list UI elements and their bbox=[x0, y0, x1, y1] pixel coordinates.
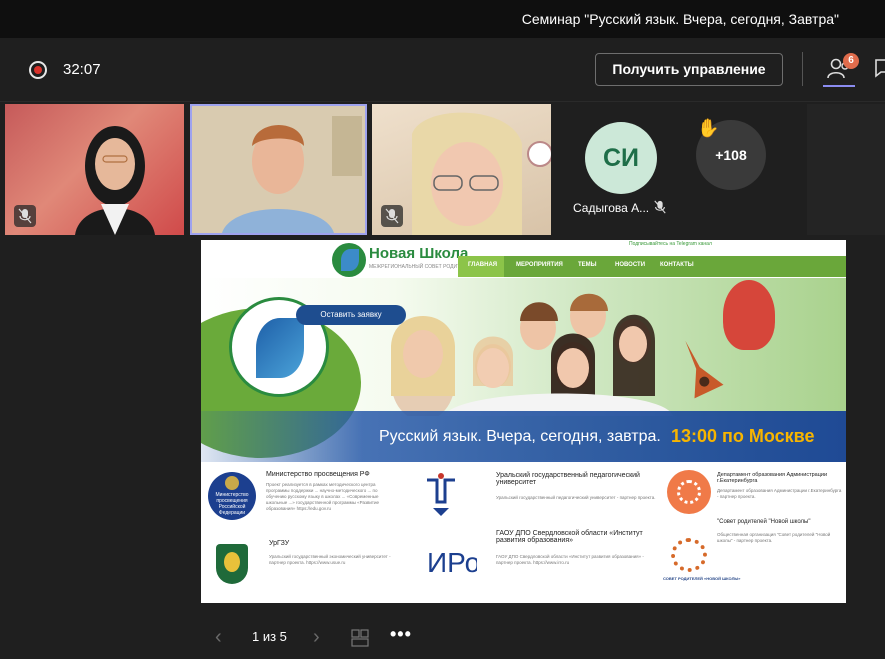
side-panel-edge bbox=[807, 104, 885, 235]
next-slide-icon[interactable]: › bbox=[313, 626, 320, 649]
mic-muted-icon bbox=[14, 205, 36, 227]
participants-active-indicator bbox=[823, 85, 855, 87]
meeting-toolbar: 32:07 Получить управление 6 bbox=[0, 38, 885, 102]
take-control-button[interactable]: Получить управление bbox=[595, 53, 783, 86]
ugzu-shield-emblem bbox=[216, 544, 248, 584]
svg-text:ИРо: ИРо bbox=[427, 547, 477, 578]
mic-muted-icon bbox=[381, 205, 403, 227]
partner-description: ГАОУ ДПО Свердловской области «Институт … bbox=[496, 554, 644, 565]
participant-avatar[interactable]: СИ bbox=[585, 122, 657, 194]
balalaika-illustration bbox=[685, 340, 724, 399]
shared-screen: Подписывайтесь на Telegram канал Новая Ш… bbox=[201, 240, 846, 603]
participant-avatars-area: СИ Садыгова А... +108 ✋ bbox=[553, 104, 805, 235]
partner-title: ГАОУ ДПО Свердловской области «Институт … bbox=[496, 530, 643, 544]
irro-logo: ИРо bbox=[427, 547, 477, 578]
new-school-logo-icon bbox=[332, 243, 366, 277]
partner-title: "Совет родителей "Новой школы" bbox=[717, 519, 811, 525]
participant-name: Садыгова А... bbox=[573, 201, 650, 215]
video-tile-participant-3[interactable] bbox=[372, 104, 551, 235]
partner-description: Проект реализуется в рамках методическог… bbox=[266, 482, 380, 511]
partner-description: Уральский государственный экономический … bbox=[269, 554, 391, 565]
toolbar-divider bbox=[802, 52, 803, 86]
partner-title: Министерство просвещения РФ bbox=[266, 471, 370, 478]
slide-grid-icon[interactable] bbox=[351, 629, 369, 647]
ministry-emblem: Министерство просвещения Российской Феде… bbox=[208, 472, 256, 520]
site-nav-item: НОВОСТИ bbox=[615, 262, 646, 268]
parents-council-logo-text: СОВЕТ РОДИТЕЛЕЙ «НОВОЙ ШКОЛЫ» bbox=[663, 576, 741, 581]
matryoshka-illustration bbox=[723, 280, 775, 350]
record-icon bbox=[29, 61, 47, 79]
site-logo-title: Новая Школа bbox=[369, 245, 469, 262]
video-tile-participant-1[interactable] bbox=[5, 104, 184, 235]
page-indicator: 1 из 5 bbox=[252, 629, 287, 644]
telegram-link: Подписывайтесь на Telegram канал bbox=[629, 241, 712, 247]
event-time: 13:00 по Москве bbox=[671, 426, 815, 446]
partner-description: Уральский государственный педагогический… bbox=[496, 495, 656, 500]
meeting-title: Семинар "Русский язык. Вчера, сегодня, З… bbox=[521, 11, 839, 27]
site-nav-item: ТЕМЫ bbox=[578, 262, 597, 268]
students-photo bbox=[391, 293, 673, 416]
more-options-icon[interactable]: ••• bbox=[390, 624, 412, 645]
partners-section: Министерство просвещения Российской Феде… bbox=[201, 462, 846, 603]
partner-title: Уральский государственный педагогический… bbox=[496, 472, 640, 486]
partner-description: Общественная организация "Совет родителе… bbox=[717, 532, 831, 543]
meeting-timer: 32:07 bbox=[63, 61, 101, 78]
title-bar: Семинар "Русский язык. Вчера, сегодня, З… bbox=[0, 0, 885, 38]
education-department-logo bbox=[667, 470, 711, 514]
partner-description: Департамент образования Администрации г.… bbox=[717, 488, 842, 499]
mic-muted-icon bbox=[654, 200, 666, 214]
site-nav-item: ГЛАВНАЯ bbox=[468, 262, 498, 268]
event-title: Русский язык. Вчера, сегодня, завтра. bbox=[379, 428, 661, 445]
partner-title: УрГЗУ bbox=[269, 540, 290, 547]
raised-hand-icon: ✋ bbox=[697, 118, 720, 138]
participant-2-video bbox=[192, 106, 365, 233]
site-nav-item: КОНТАКТЫ bbox=[660, 262, 694, 268]
urgpu-logo bbox=[427, 473, 455, 516]
chat-icon[interactable] bbox=[872, 56, 885, 80]
partner-title: Департамент образования Администрации г.… bbox=[717, 472, 828, 484]
participants-count-badge: 6 bbox=[843, 53, 859, 69]
video-tile-participant-2[interactable] bbox=[190, 104, 367, 235]
site-nav-item: МЕРОПРИЯТИЯ bbox=[516, 262, 563, 268]
previous-slide-icon[interactable]: ‹ bbox=[215, 626, 222, 649]
parents-council-logo bbox=[671, 538, 707, 572]
site-nav: ГЛАВНАЯ МЕРОПРИЯТИЯ ТЕМЫ НОВОСТИ КОНТАКТ… bbox=[458, 256, 846, 277]
slide-pager: ‹ 1 из 5 › ••• bbox=[205, 621, 425, 651]
